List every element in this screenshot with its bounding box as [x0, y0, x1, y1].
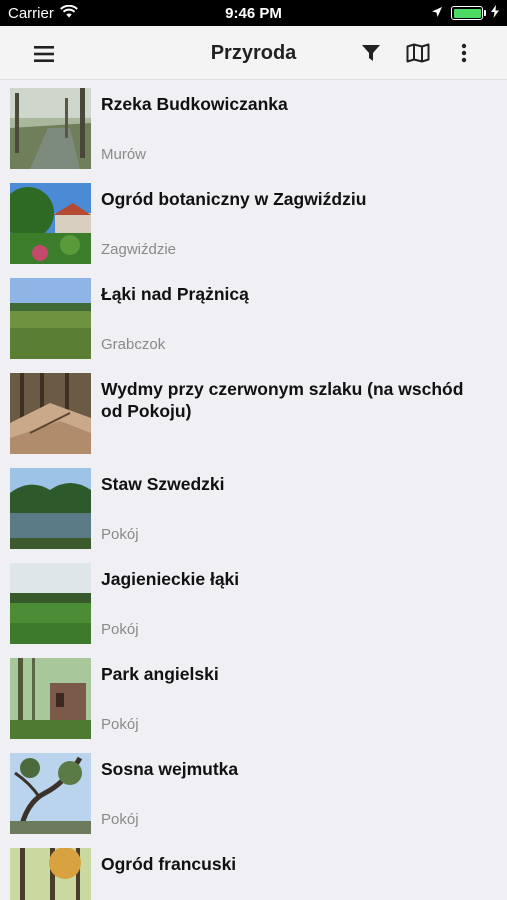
thumbnail-image: [10, 563, 91, 644]
filter-icon: [362, 45, 380, 61]
places-list: Rzeka Budkowiczanka Murów Ogród botanicz…: [0, 80, 507, 900]
navigation-bar: Przyroda: [0, 26, 507, 80]
list-item[interactable]: Łąki nad Prążnicą Grabczok: [0, 270, 507, 365]
item-title: Rzeka Budkowiczanka: [101, 94, 288, 114]
item-title: Staw Szwedzki: [101, 474, 225, 494]
item-title: Sosna wejmutka: [101, 759, 239, 779]
item-location: Pokój: [101, 811, 139, 828]
item-title: Ogród francuski: [101, 854, 237, 874]
list-item[interactable]: Rzeka Budkowiczanka Murów: [0, 80, 507, 175]
more-options-button[interactable]: [449, 39, 479, 67]
filter-button[interactable]: [356, 39, 386, 67]
list-item[interactable]: Park angielski Pokój: [0, 650, 507, 745]
list-item[interactable]: Ogród francuski: [0, 840, 507, 900]
item-title: Łąki nad Prążnicą: [101, 284, 249, 304]
item-title: Park angielski: [101, 664, 219, 684]
status-bar: Carrier 9:46 PM: [0, 0, 507, 26]
item-title: Wydmy przy czerwonym szlaku (na wschód o…: [101, 379, 464, 421]
item-location: Pokój: [101, 716, 139, 733]
map-icon: [406, 43, 430, 63]
more-vertical-icon: [461, 43, 467, 63]
list-item[interactable]: Wydmy przy czerwonym szlaku (na wschód o…: [0, 365, 507, 460]
list-item[interactable]: Sosna wejmutka Pokój: [0, 745, 507, 840]
thumbnail-image: [10, 848, 91, 900]
item-location: Zagwiździe: [101, 241, 177, 258]
thumbnail-image: [10, 468, 91, 549]
item-location: Grabczok: [101, 336, 166, 353]
location-arrow-icon: [431, 5, 443, 22]
thumbnail-image: [10, 88, 91, 169]
item-location: Pokój: [101, 621, 139, 638]
wifi-icon: [59, 4, 78, 22]
item-location: Pokój: [101, 526, 139, 543]
item-location: Murów: [101, 146, 147, 163]
map-button[interactable]: [403, 39, 433, 67]
battery-icon: [451, 6, 486, 20]
thumbnail-image: [10, 373, 91, 454]
thumbnail-image: [10, 278, 91, 359]
item-title: Jagienieckie łąki: [101, 569, 240, 589]
list-item[interactable]: Jagienieckie łąki Pokój: [0, 555, 507, 650]
carrier-label: Carrier: [8, 4, 54, 22]
thumbnail-image: [10, 658, 91, 739]
item-title: Ogród botaniczny w Zagwiździu: [101, 189, 367, 209]
thumbnail-image: [10, 183, 91, 264]
list-item[interactable]: Staw Szwedzki Pokój: [0, 460, 507, 555]
list-item[interactable]: Ogród botaniczny w Zagwiździu Zagwiździe: [0, 175, 507, 270]
charging-icon: [491, 4, 499, 22]
menu-button[interactable]: [24, 40, 64, 66]
thumbnail-image: [10, 753, 91, 834]
hamburger-icon: [34, 46, 54, 62]
